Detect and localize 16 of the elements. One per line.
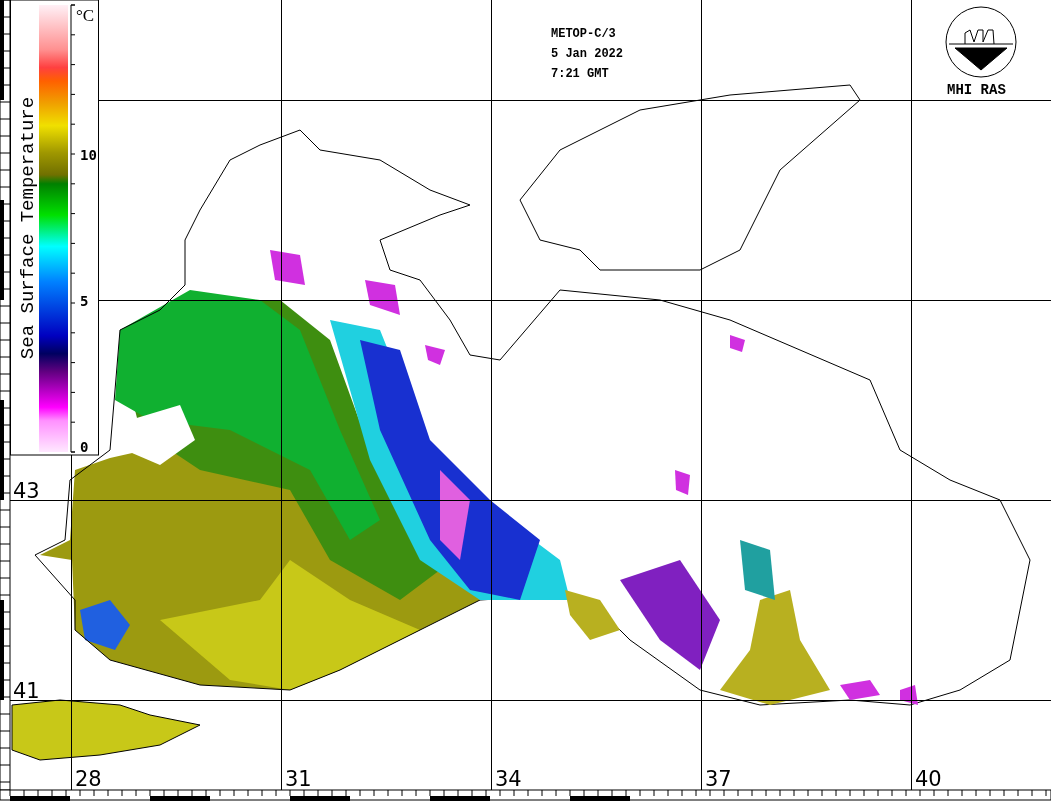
unit-label: °C: [76, 6, 95, 25]
longitude-label: 31: [285, 767, 312, 791]
time-label: 7:21 GMT: [551, 67, 609, 81]
scale-title: Sea Surface Temperature: [17, 96, 39, 360]
latitude-label: 43: [13, 479, 40, 503]
date-label: 5 Jan 2022: [551, 47, 623, 61]
scale-tick-label: 0: [80, 439, 89, 455]
scale-tick-label: 10: [80, 147, 97, 163]
longitude-label: 37: [705, 767, 732, 791]
longitude-label: 28: [75, 767, 102, 791]
longitude-label: 34: [495, 767, 522, 791]
longitude-label: 40: [915, 767, 942, 791]
logo-caption: MHI RAS: [947, 82, 1006, 98]
scale-tick-label: 5: [80, 293, 89, 309]
satellite-label: METOP-C/3: [551, 27, 616, 41]
latitude-label: 41: [13, 679, 40, 703]
